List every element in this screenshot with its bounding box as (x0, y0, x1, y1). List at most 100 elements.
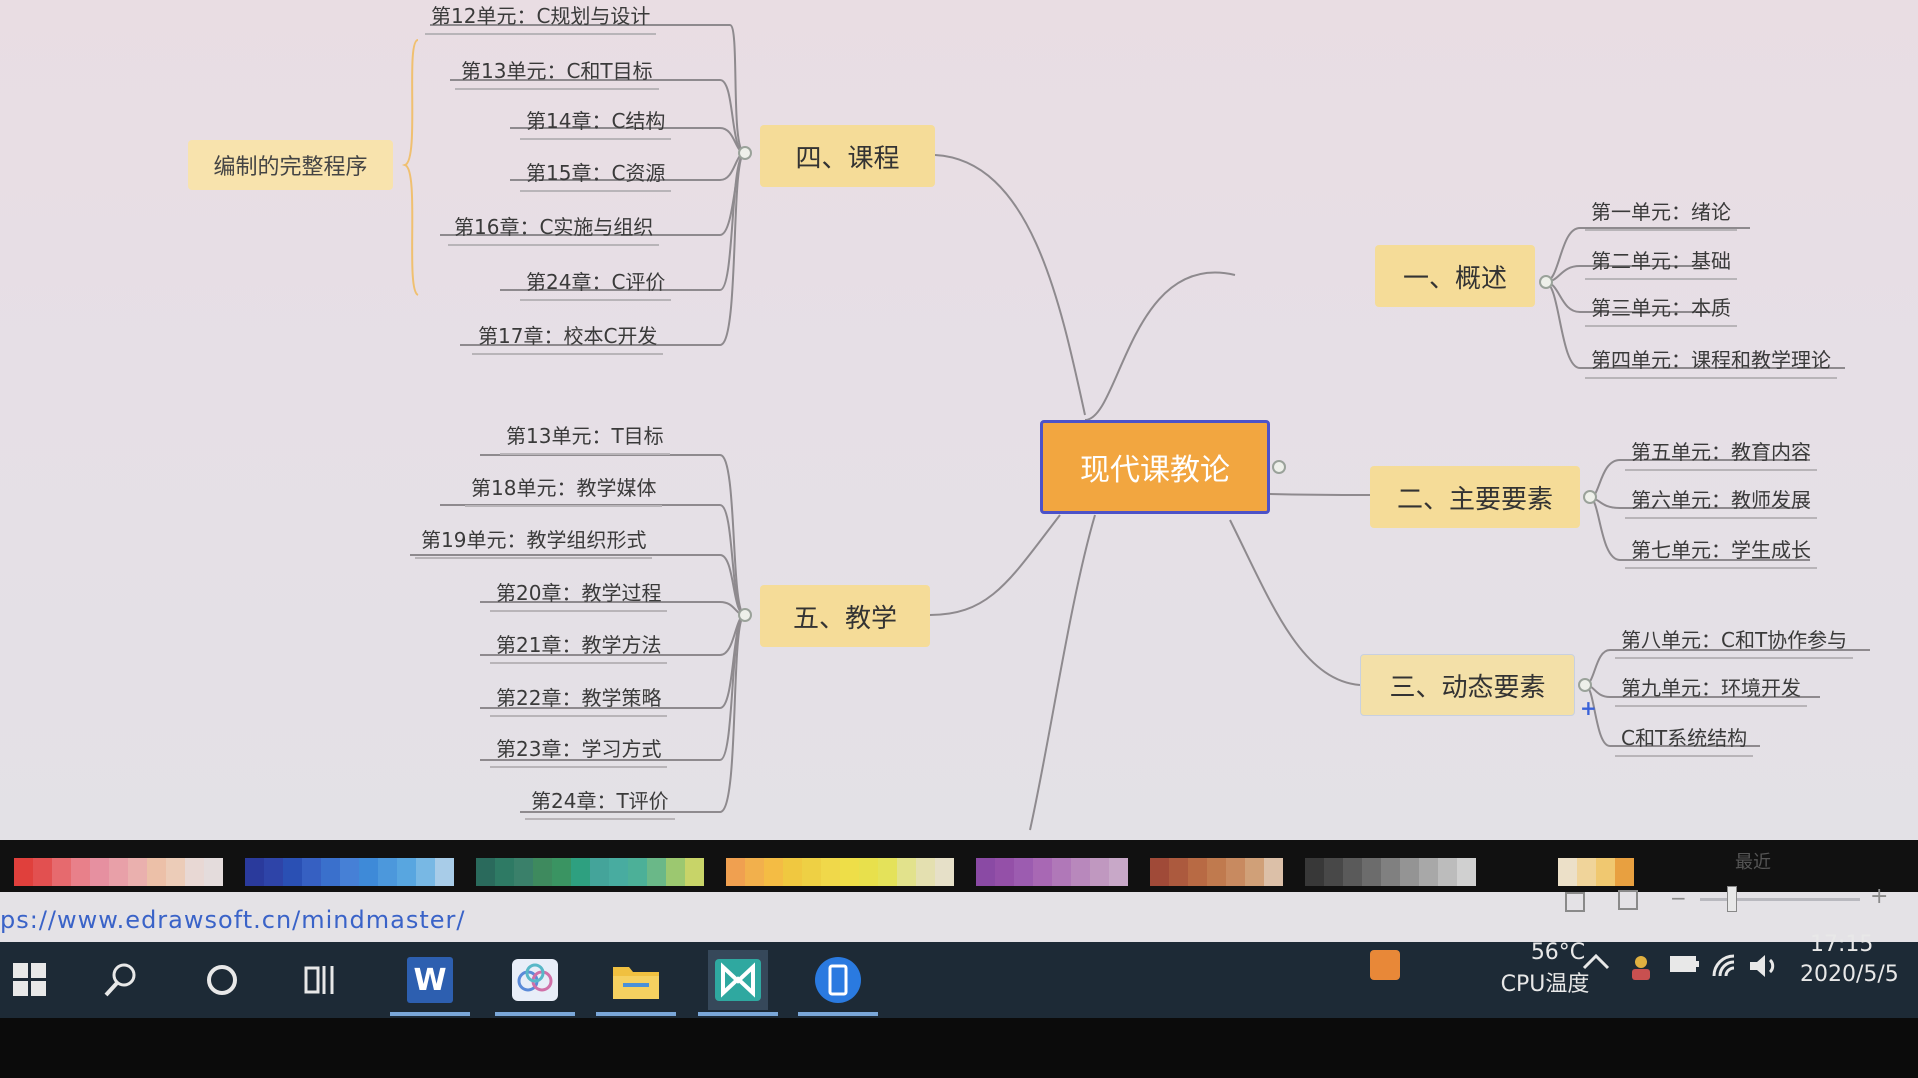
color-swatch[interactable] (283, 858, 302, 886)
central-topic[interactable]: 现代课教论 (1040, 420, 1270, 514)
subtopic-ct-structure[interactable]: C和T系统结构 (1615, 722, 1754, 757)
color-swatch[interactable] (14, 858, 33, 886)
subtopic-teaching-strategies[interactable]: 第22章：教学策略 (490, 682, 668, 717)
color-swatch[interactable] (147, 858, 166, 886)
subtopic-school-c-development[interactable]: 第17章：校本C开发 (472, 320, 664, 355)
color-swatch[interactable] (52, 858, 71, 886)
color-swatch[interactable] (90, 858, 109, 886)
clock-date[interactable]: 2020/5/5 (1800, 962, 1899, 987)
color-swatch[interactable] (109, 858, 128, 886)
tray-user-icon[interactable] (1626, 952, 1656, 988)
color-swatch[interactable] (1226, 858, 1245, 886)
color-swatch[interactable] (128, 858, 147, 886)
callout-complete-procedure[interactable]: 编制的完整程序 (188, 140, 393, 190)
color-swatch[interactable] (590, 858, 609, 886)
subtopic-learning-styles[interactable]: 第23章：学习方式 (490, 733, 668, 768)
color-swatch[interactable] (821, 858, 840, 886)
topic-curriculum[interactable]: 四、课程 (760, 125, 935, 187)
color-swatch[interactable] (1090, 858, 1109, 886)
subtopic-c-resources[interactable]: 第15章：C资源 (520, 157, 672, 192)
overview-collapse-toggle[interactable] (1539, 275, 1553, 289)
subtopic-t-evaluation[interactable]: 第24章：T评价 (525, 785, 675, 820)
color-swatch[interactable] (1400, 858, 1419, 886)
website-link[interactable]: ps://www.edrawsoft.cn/mindmaster/ (0, 906, 465, 934)
subtopic-c-evaluation[interactable]: 第24章：C评价 (520, 266, 672, 301)
subtopic-unit7[interactable]: 第七单元：学生成长 (1625, 534, 1817, 569)
fit-page-icon[interactable] (1565, 892, 1585, 912)
color-swatch[interactable] (245, 858, 264, 886)
color-swatch[interactable] (359, 858, 378, 886)
cloud-app-button[interactable] (495, 950, 575, 1016)
color-swatch[interactable] (571, 858, 590, 886)
zoom-slider[interactable] (1700, 898, 1860, 901)
color-swatch[interactable] (264, 858, 283, 886)
color-swatch[interactable] (533, 858, 552, 886)
zoom-out-icon[interactable]: − (1670, 886, 1687, 910)
recent-color-swatch[interactable] (1596, 858, 1615, 886)
color-swatch[interactable] (1207, 858, 1226, 886)
tray-app-icon[interactable] (1370, 950, 1400, 980)
color-swatch[interactable] (1014, 858, 1033, 886)
color-swatch[interactable] (416, 858, 435, 886)
color-swatch[interactable] (166, 858, 185, 886)
subtopic-unit3[interactable]: 第三单元：本质 (1585, 292, 1737, 327)
color-swatch[interactable] (1188, 858, 1207, 886)
color-swatch[interactable] (495, 858, 514, 886)
color-swatch[interactable] (1457, 858, 1476, 886)
color-swatch[interactable] (378, 858, 397, 886)
clock-time[interactable]: 17:15 (1810, 932, 1873, 957)
color-swatch[interactable] (859, 858, 878, 886)
color-swatch[interactable] (666, 858, 685, 886)
start-button[interactable] (0, 950, 60, 1010)
topic-teaching[interactable]: 五、教学 (760, 585, 930, 647)
file-explorer-button[interactable] (596, 950, 676, 1016)
color-swatch[interactable] (1324, 858, 1343, 886)
subtopic-teaching-process[interactable]: 第20章：教学过程 (490, 577, 668, 612)
color-swatch[interactable] (802, 858, 821, 886)
subtopic-unit4[interactable]: 第四单元：课程和教学理论 (1585, 344, 1837, 379)
color-swatch[interactable] (1245, 858, 1264, 886)
color-swatch[interactable] (897, 858, 916, 886)
color-swatch[interactable] (71, 858, 90, 886)
color-swatch[interactable] (435, 858, 454, 886)
color-swatch[interactable] (476, 858, 495, 886)
color-swatch[interactable] (840, 858, 859, 886)
color-swatch[interactable] (1052, 858, 1071, 886)
subtopic-organization-forms[interactable]: 第19单元：教学组织形式 (415, 524, 653, 559)
color-swatch[interactable] (340, 858, 359, 886)
color-swatch[interactable] (204, 858, 223, 886)
search-button[interactable] (90, 950, 150, 1010)
color-swatch[interactable] (1033, 858, 1052, 886)
teaching-collapse-toggle[interactable] (738, 608, 752, 622)
subtopic-c-goals[interactable]: 第13单元：C和T目标 (455, 55, 659, 90)
color-swatch[interactable] (1362, 858, 1381, 886)
topic-overview[interactable]: 一、概述 (1375, 245, 1535, 307)
subtopic-c-implementation[interactable]: 第16章：C实施与组织 (448, 211, 660, 246)
color-swatch[interactable] (1109, 858, 1128, 886)
topic-dynamic-elements[interactable]: 三、动态要素 (1360, 654, 1575, 716)
task-view-button[interactable] (292, 950, 352, 1010)
color-swatch[interactable] (1150, 858, 1169, 886)
volume-icon[interactable] (1748, 952, 1782, 986)
add-subtopic-icon[interactable]: + (1580, 698, 1597, 718)
recent-color-swatch[interactable] (1577, 858, 1596, 886)
color-swatch[interactable] (783, 858, 802, 886)
color-swatch[interactable] (745, 858, 764, 886)
subtopic-unit5[interactable]: 第五单元：教育内容 (1625, 436, 1817, 471)
color-swatch[interactable] (1071, 858, 1090, 886)
wifi-icon[interactable] (1710, 952, 1742, 986)
color-swatch[interactable] (514, 858, 533, 886)
subtopic-unit2[interactable]: 第二单元：基础 (1585, 245, 1737, 280)
subtopic-teaching-media[interactable]: 第18单元：教学媒体 (465, 472, 663, 507)
subtopic-t-goals[interactable]: 第13单元：T目标 (500, 420, 670, 455)
color-swatch[interactable] (726, 858, 745, 886)
color-swatch[interactable] (1169, 858, 1188, 886)
mindmap-canvas[interactable]: 现代课教论 一、概述 第一单元：绪论 第二单元：基础 第三单元：本质 第四单元：… (0, 0, 1918, 840)
main-elements-collapse-toggle[interactable] (1583, 490, 1597, 504)
subtopic-unit9[interactable]: 第九单元：环境开发 (1615, 672, 1807, 707)
subtopic-teaching-methods[interactable]: 第21章：教学方法 (490, 629, 668, 664)
color-swatch[interactable] (302, 858, 321, 886)
color-swatch[interactable] (1305, 858, 1324, 886)
center-collapse-toggle[interactable] (1272, 460, 1286, 474)
color-swatch[interactable] (685, 858, 704, 886)
